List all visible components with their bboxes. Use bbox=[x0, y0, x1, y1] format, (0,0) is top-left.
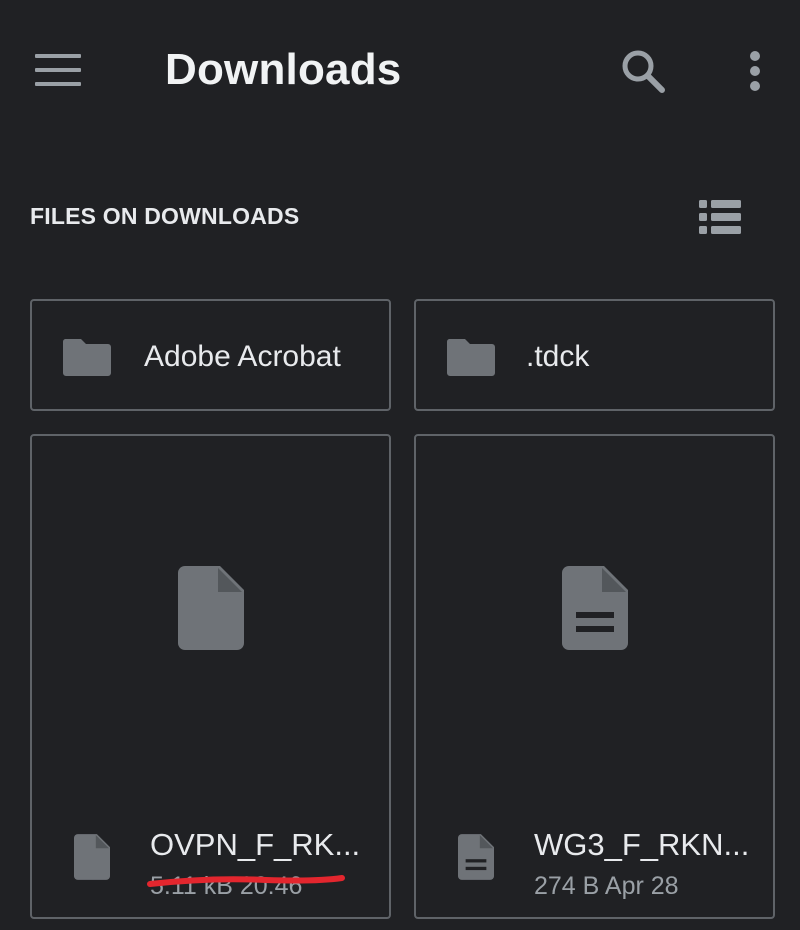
more-options-button[interactable] bbox=[732, 40, 778, 102]
page-title: Downloads bbox=[165, 45, 402, 94]
file-item-ovpn[interactable]: OVPN_F_RK... 5.11 kB 20:46 bbox=[30, 434, 391, 919]
file-preview bbox=[416, 566, 773, 650]
file-name: WG3_F_RKN... bbox=[534, 827, 750, 862]
folder-icon bbox=[62, 339, 111, 376]
app-bar: Downloads bbox=[0, 0, 800, 140]
folder-name: Adobe Acrobat bbox=[144, 340, 341, 373]
redaction-mark bbox=[147, 875, 345, 887]
search-button[interactable] bbox=[612, 40, 674, 102]
file-name: OVPN_F_RK... bbox=[150, 827, 361, 862]
file-icon bbox=[74, 834, 110, 880]
view-toggle-button[interactable] bbox=[692, 192, 748, 242]
file-preview bbox=[32, 566, 389, 650]
more-vert-icon bbox=[750, 51, 760, 91]
section-header: FILES ON DOWNLOADS bbox=[30, 203, 300, 229]
document-icon bbox=[458, 834, 494, 880]
folder-name: .tdck bbox=[526, 340, 590, 373]
folder-item-adobe-acrobat[interactable]: Adobe Acrobat bbox=[30, 299, 391, 411]
folder-item-tdck[interactable]: .tdck bbox=[414, 299, 775, 411]
file-meta: 274 B Apr 28 bbox=[534, 872, 679, 900]
file-icon bbox=[177, 566, 244, 650]
menu-button[interactable] bbox=[28, 44, 88, 96]
document-icon bbox=[561, 566, 628, 650]
list-view-icon bbox=[699, 200, 741, 234]
hamburger-menu-icon bbox=[35, 54, 81, 86]
file-item-wg3[interactable]: WG3_F_RKN... 274 B Apr 28 bbox=[414, 434, 775, 919]
search-icon bbox=[622, 50, 665, 93]
folder-icon bbox=[446, 339, 495, 376]
